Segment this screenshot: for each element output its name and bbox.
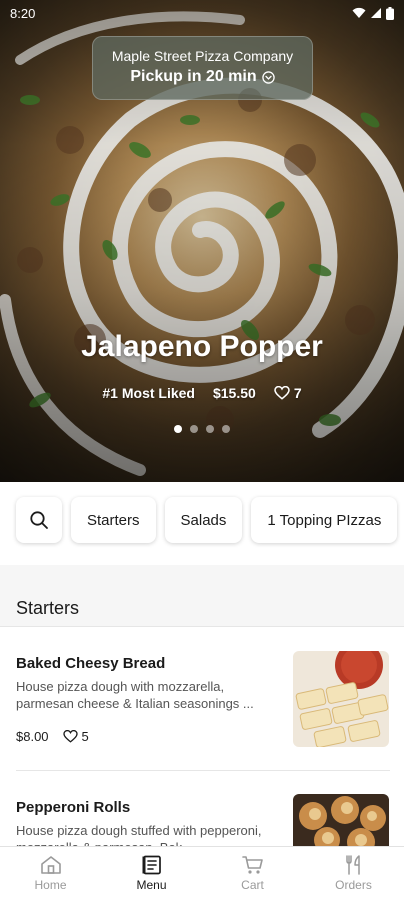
search-icon	[30, 511, 48, 529]
status-time: 8:20	[10, 5, 36, 21]
battery-icon	[386, 6, 394, 20]
carousel-dot[interactable]	[206, 425, 214, 433]
featured-item-meta: #1 Most Liked $15.50 7	[0, 385, 404, 401]
store-pickup-selector[interactable]: Maple Street Pizza Company Pickup in 20 …	[92, 36, 313, 100]
section-title: Starters	[16, 598, 80, 618]
menu-item-price-row: $8.00 5	[16, 729, 89, 744]
carousel-indicator	[0, 425, 404, 433]
nav-home-label: Home	[34, 878, 67, 892]
home-icon	[40, 856, 61, 874]
carousel-dot[interactable]	[190, 425, 198, 433]
featured-badge: #1 Most Liked	[102, 385, 195, 401]
menu-item-card[interactable]: Pepperoni Rolls House pizza dough stuffe…	[0, 771, 404, 846]
nav-menu[interactable]: Menu	[101, 847, 202, 900]
menu-item-description: House pizza dough with mozzarella, parme…	[16, 679, 254, 711]
cart-icon	[241, 856, 263, 874]
nav-orders-label: Orders	[335, 878, 372, 892]
category-tab-1-topping-pizzas[interactable]: 1 Topping PIzzas	[251, 497, 398, 543]
chevron-down-circle-icon	[261, 70, 275, 84]
status-bar: 8:20	[0, 0, 404, 26]
menu-item-likes[interactable]: 5	[62, 729, 89, 744]
carousel-dot[interactable]	[174, 425, 182, 433]
featured-likes-count: 7	[293, 385, 302, 401]
category-tabs: Starters Salads 1 Topping PIzzas	[16, 497, 398, 543]
nav-menu-label: Menu	[136, 878, 167, 892]
category-tab-salads[interactable]: Salads	[164, 497, 243, 543]
heart-icon	[62, 730, 78, 743]
search-button[interactable]	[16, 497, 62, 543]
menu-icon	[142, 855, 161, 875]
menu-item-description: House pizza dough stuffed with pepperoni…	[16, 823, 262, 846]
menu-item-likes-count: 5	[81, 729, 89, 744]
nav-home[interactable]: Home	[0, 847, 101, 900]
menu-item-name: Baked Cheesy Bread	[16, 655, 166, 672]
status-icons	[352, 6, 394, 20]
store-name: Maple Street Pizza Company	[111, 48, 294, 64]
category-tab-starters[interactable]: Starters	[71, 497, 156, 543]
pepperoni-rolls-image	[293, 794, 389, 846]
pickup-time: Pickup in 20 min	[93, 68, 312, 86]
pickup-label: Pickup in 20 min	[130, 68, 257, 85]
nav-cart[interactable]: Cart	[202, 847, 303, 900]
wifi-icon	[352, 7, 366, 18]
orders-icon	[345, 855, 360, 875]
carousel-dot[interactable]	[222, 425, 230, 433]
nav-orders[interactable]: Orders	[303, 847, 404, 900]
menu-item-card[interactable]: Baked Cheesy Bread House pizza dough wit…	[0, 628, 404, 770]
signal-icon	[371, 8, 381, 18]
nav-cart-label: Cart	[241, 878, 264, 892]
featured-price: $15.50	[212, 385, 256, 401]
featured-likes[interactable]: 7	[274, 385, 302, 401]
menu-item-price: $8.00	[16, 729, 49, 744]
featured-item-title: Jalapeno Popper	[81, 330, 323, 363]
heart-icon	[274, 386, 290, 400]
menu-item-name: Pepperoni Rolls	[16, 799, 131, 816]
bottom-navigation: Home Menu Cart Orders	[0, 846, 404, 900]
cheesy-bread-image	[293, 651, 389, 747]
